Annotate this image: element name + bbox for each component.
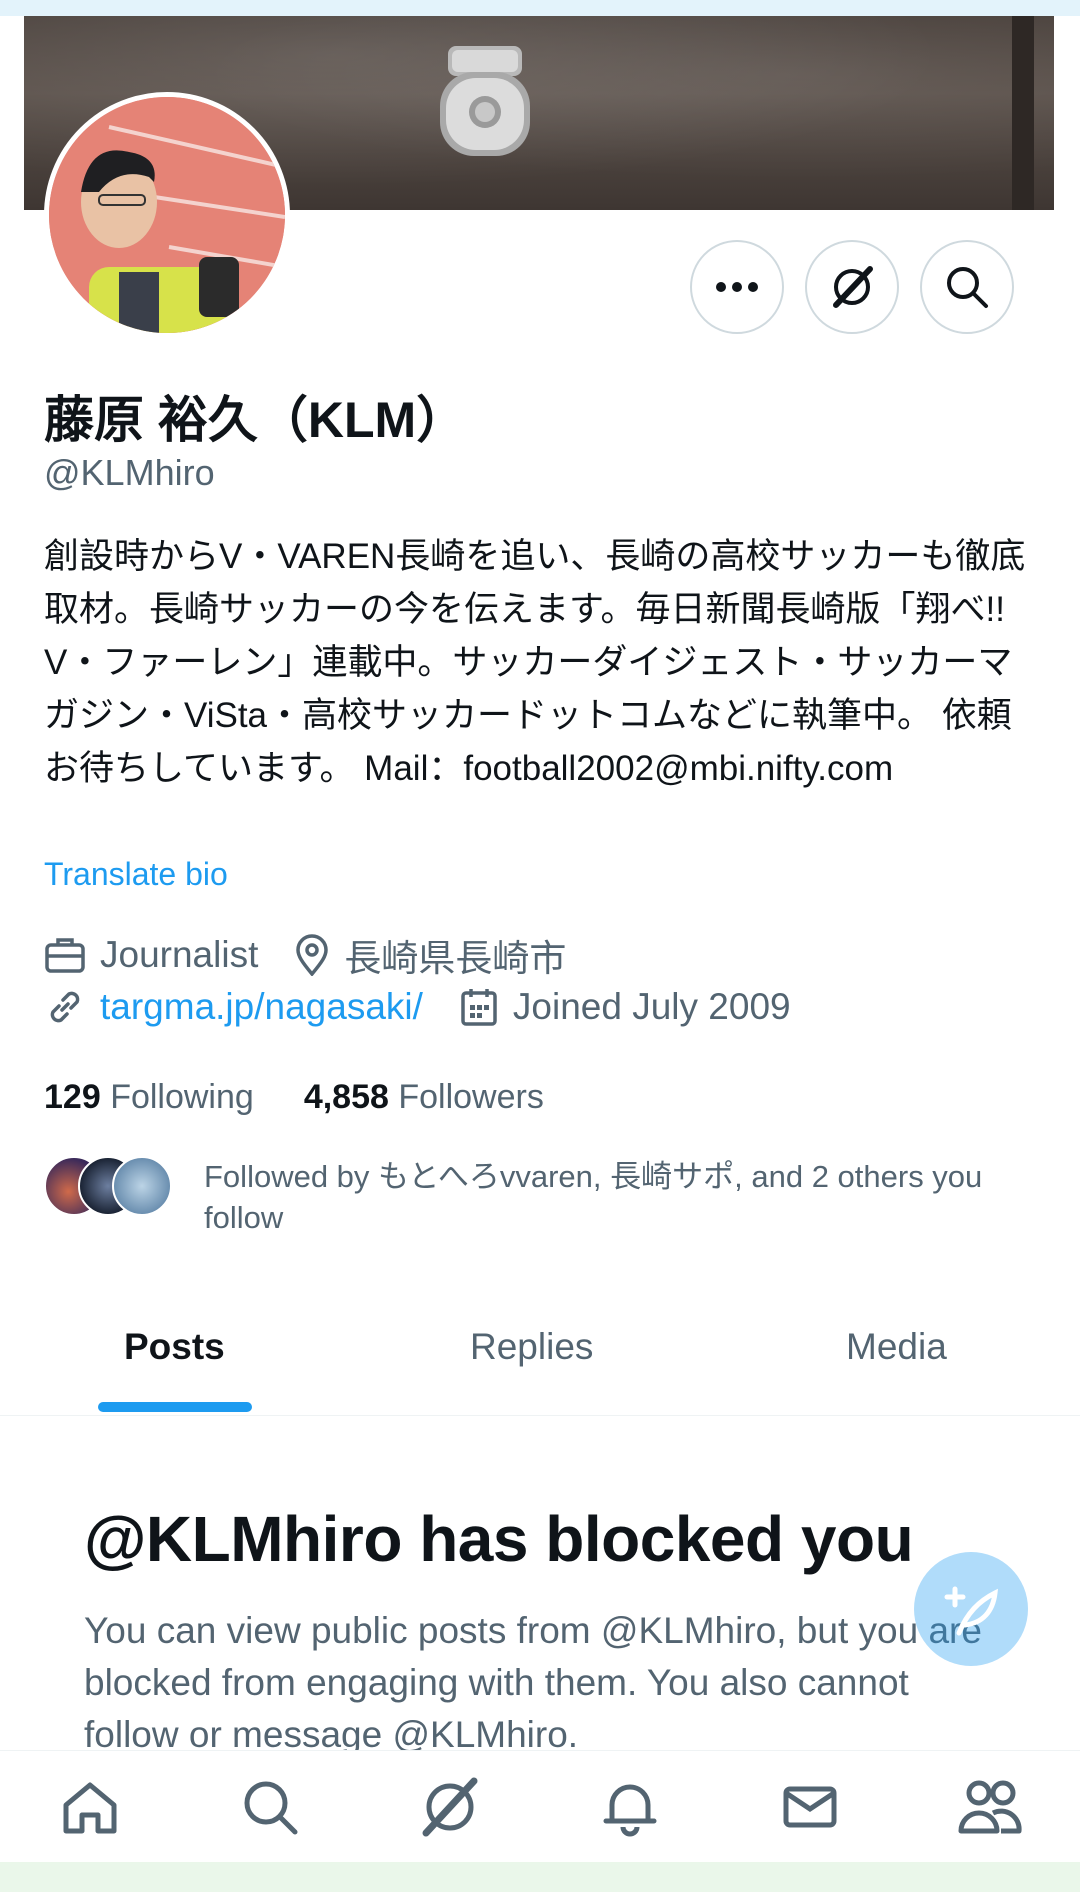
tab-replies[interactable]: Replies [470,1326,593,1368]
nav-grok[interactable] [405,1762,495,1852]
avatar-photo [49,97,285,333]
profile-joined: Joined July 2009 [459,986,791,1028]
profile-bio: 創設時からV・VAREN長崎を追い、長崎の高校サッカーも徹底取材。長崎サッカーの… [44,537,1026,788]
profile-job: Journalist [44,934,258,976]
translate-bio-link[interactable]: Translate bio [44,856,228,893]
nav-communities[interactable] [945,1762,1035,1852]
calendar-icon [461,989,497,1026]
tab-posts[interactable]: Posts [124,1326,225,1368]
followers-stat[interactable]: 4,858 Followers [304,1078,544,1117]
bell-icon [603,1784,657,1836]
followed-by-text: Followed by もとへろvvaren, 長崎サポ, and 2 othe… [204,1159,983,1235]
followers-label: Followers [398,1078,544,1116]
briefcase-icon [45,938,85,973]
grok-button[interactable] [805,240,899,334]
compose-post-button[interactable] [914,1552,1028,1666]
grok-icon [833,266,873,308]
profile-name: 藤原 裕久（KLM） [44,392,467,448]
followers-count: 4,858 [303,1078,389,1116]
location-label: 長崎県長崎市 [344,938,567,979]
search-icon [244,1781,298,1834]
following-stat[interactable]: 129 Following [44,1078,254,1117]
profile-tabs: Posts Replies Media [0,1290,1080,1416]
search-icon [947,267,988,308]
more-icon [716,282,758,292]
mail-icon [783,1786,837,1827]
profile-avatar[interactable] [44,92,290,338]
blocked-title: @KLMhiro has blocked you [84,1503,914,1575]
bottom-navigation [0,1750,1080,1862]
job-label: Journalist [100,934,259,975]
website-link[interactable]: targma.jp/nagasaki/ [100,986,423,1028]
gesture-bar-area [0,1862,1080,1892]
location-pin-icon [296,934,329,976]
link-icon [50,991,80,1023]
follow-stats: 129 Following 4,858 Followers [44,1078,594,1117]
profile-location: 長崎県長崎市 [294,928,566,982]
nav-search[interactable] [225,1762,315,1852]
blocked-message: You can view public posts from @KLMhiro,… [84,1610,982,1755]
grok-icon [422,1777,478,1836]
nav-messages[interactable] [765,1762,855,1852]
active-tab-indicator [98,1402,252,1412]
compose-feather-icon [944,1586,998,1636]
followed-by-row[interactable]: Followed by もとへろvvaren, 長崎サポ, and 2 othe… [44,1156,982,1235]
followed-by-avatars [44,1156,174,1218]
home-icon [63,1782,117,1833]
status-strip [0,0,1080,16]
following-label: Following [110,1078,254,1116]
following-count: 129 [44,1078,101,1116]
profile-website[interactable]: targma.jp/nagasaki/ [44,986,423,1028]
follower-avatar-3 [112,1156,172,1216]
profile-meta-row-1: Journalist 長崎県長崎市 [44,928,602,982]
profile-handle: @KLMhiro [44,452,215,493]
bag-clasp-image [440,46,530,156]
people-icon [958,1780,1022,1833]
joined-label: Joined July 2009 [512,986,791,1027]
more-options-button[interactable] [690,240,784,334]
search-profile-button[interactable] [920,240,1014,334]
bag-strap [1012,16,1034,210]
tab-media[interactable]: Media [846,1326,947,1368]
profile-meta-row-2: targma.jp/nagasaki/ Joined July 2009 [44,986,827,1028]
nav-home[interactable] [45,1762,135,1852]
nav-notifications[interactable] [585,1762,675,1852]
